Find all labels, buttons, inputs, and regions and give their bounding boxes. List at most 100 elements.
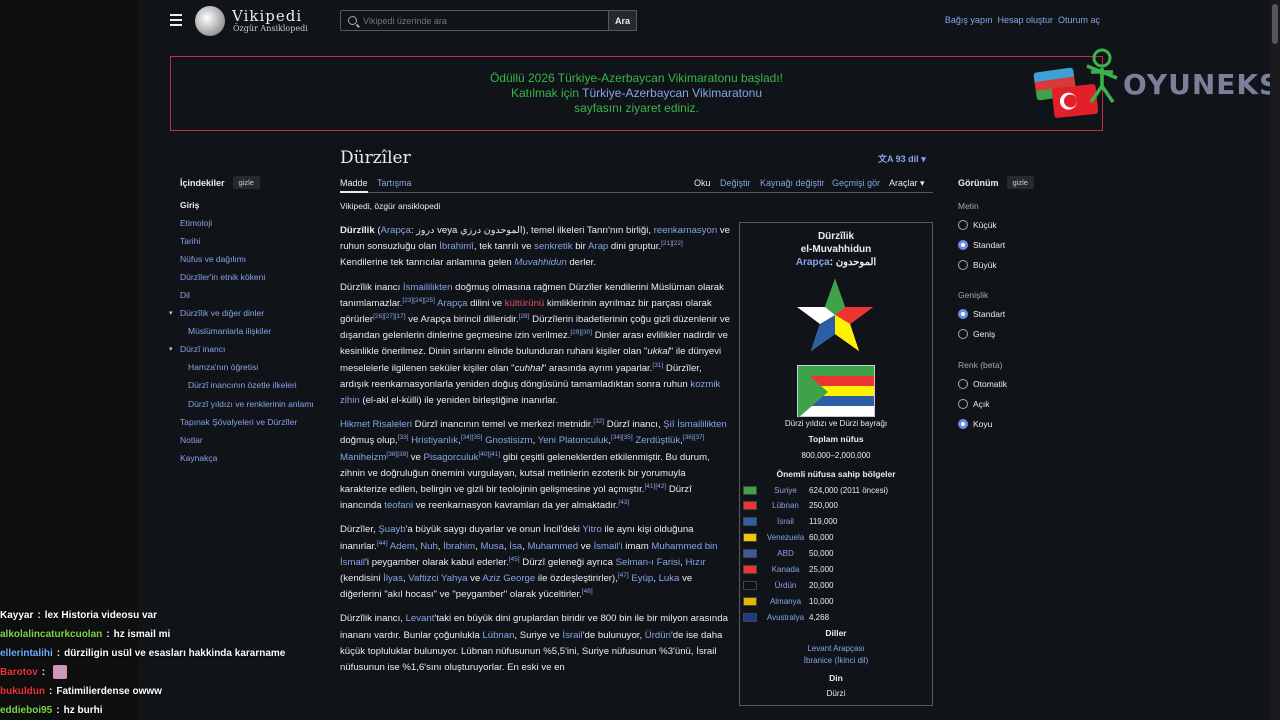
chevron-down-icon[interactable]: ▾ <box>169 345 173 353</box>
create-account-link[interactable]: Hesap oluştur <box>997 15 1053 25</box>
radio-icon[interactable] <box>958 379 968 389</box>
toc-item[interactable]: Kaynakça <box>180 454 330 463</box>
toc-hide-button[interactable]: gizle <box>232 176 260 189</box>
tools-label: Araçlar <box>889 178 918 188</box>
scrollbar-thumb[interactable] <box>1272 4 1278 44</box>
page-tabs: Madde Tartışma Oku Değiştir Kaynağı deği… <box>340 176 933 193</box>
chat-text: lex Historia videosu var <box>44 610 157 621</box>
country-flag-icon <box>743 533 757 543</box>
country-population: 119,000 <box>809 517 838 527</box>
banner-prefix: Katılmak için <box>510 86 580 100</box>
languages-value-2[interactable]: İbranice (İkinci dil) <box>740 656 932 665</box>
country-link[interactable]: Avustralya <box>762 613 809 622</box>
radio-icon[interactable] <box>958 419 968 429</box>
toc-item[interactable]: Tapınak Şövalyeleri ve Dürzîler <box>180 418 330 427</box>
tools-menu[interactable]: Araçlar ▾ <box>889 178 925 189</box>
infobox-arabic-link[interactable]: Arapça <box>796 257 830 268</box>
country-link[interactable]: Kanada <box>762 565 809 574</box>
stream-chat: Kayyar: lex Historia videosu var alkolalin… <box>0 606 330 720</box>
infobox-arabic-text: : الموحدون <box>829 257 877 268</box>
chat-username: Barotov <box>0 667 38 678</box>
radio-option[interactable]: Açık <box>958 399 990 409</box>
radio-option[interactable]: Standart <box>958 309 1005 319</box>
radio-option[interactable]: Geniş <box>958 329 995 339</box>
radio-option[interactable]: Küçük <box>958 220 997 230</box>
main-menu-icon[interactable] <box>170 14 182 26</box>
toc-item[interactable]: Dil <box>180 291 330 300</box>
brand-text: OYUNEKS <box>1123 68 1280 101</box>
toc-item[interactable]: Dürzî inancı <box>180 345 330 354</box>
country-link[interactable]: ABD <box>762 549 809 558</box>
chat-username: alkolalincaturkcuolan <box>0 629 103 640</box>
chat-separator: : <box>41 667 46 678</box>
population-row: Suriye 624,000 (2011 öncesi) <box>743 483 929 497</box>
radio-icon[interactable] <box>958 329 968 339</box>
toc-item[interactable]: Dürzîler'in etnik kökeni <box>180 273 330 282</box>
toc-item[interactable]: Dürzîlik ve diğer dinler <box>180 309 330 318</box>
radio-option[interactable]: Standart <box>958 240 1005 250</box>
toc-item[interactable]: Giriş <box>180 201 330 210</box>
country-population: 20,000 <box>809 580 834 590</box>
search-input[interactable] <box>363 15 593 26</box>
chat-username: Kayyar <box>0 610 34 621</box>
article-body: Dürzîlik (Arapça: دروز veya الموحدون درز… <box>340 223 730 684</box>
toc-item[interactable]: Nüfus ve dağılımı <box>180 255 330 264</box>
tab-read[interactable]: Oku <box>694 178 711 188</box>
language-button[interactable]: 文A 93 dil ▾ <box>878 152 926 165</box>
toc-subitem[interactable]: Dürzî inancının özetle ilkeleri <box>188 381 330 390</box>
toc-subitem[interactable]: Dürzî yıldızı ve renklerinin anlamı <box>188 399 330 409</box>
radio-icon[interactable] <box>958 240 968 250</box>
infobox: Dürzîlik el-Muvahhidun Arapça: الموحدون … <box>739 222 933 706</box>
country-link[interactable]: Lübnan <box>762 501 809 510</box>
appearance-hide-button[interactable]: gizle <box>1006 176 1034 189</box>
banner-line-2: Katılmak için Türkiye-Azerbaycan Vikimar… <box>171 86 1102 101</box>
languages-value[interactable]: Levant Arapçası <box>740 644 932 653</box>
toc-subitem[interactable]: Müslümanlarla ilişkiler <box>188 327 330 336</box>
radio-option[interactable]: Otomatik <box>958 379 1007 389</box>
login-link[interactable]: Oturum aç <box>1058 15 1100 25</box>
toc-item[interactable]: Tarihi <box>180 237 330 246</box>
druze-star-icon <box>797 279 873 351</box>
banner-line-3: sayfasını ziyaret ediniz. <box>574 101 699 115</box>
scrollbar[interactable] <box>1270 0 1280 720</box>
radio-icon[interactable] <box>958 309 968 319</box>
toc-item[interactable]: Etimoloji <box>180 219 330 228</box>
appearance-group-label: Metin <box>958 201 979 211</box>
religion-label: Din <box>829 673 843 683</box>
search-icon <box>348 16 357 25</box>
toc-subitem[interactable]: Hamza'nın öğretisi <box>188 363 330 372</box>
search-button[interactable]: Ara <box>608 10 637 31</box>
radio-icon[interactable] <box>958 399 968 409</box>
chat-username: bukuldun <box>0 686 45 697</box>
radio-option[interactable]: Koyu <box>958 419 992 429</box>
tab-talk[interactable]: Tartışma <box>377 178 412 188</box>
tab-history[interactable]: Geçmişi gör <box>832 178 880 188</box>
radio-label: Standart <box>973 309 1006 319</box>
radio-icon[interactable] <box>958 260 968 270</box>
chevron-down-icon[interactable]: ▾ <box>169 309 173 317</box>
radio-icon[interactable] <box>958 220 968 230</box>
tab-article[interactable]: Madde <box>340 178 368 193</box>
appearance-title: Görünüm <box>958 177 999 188</box>
chat-text: dürziligin usül ve esasları hakkinda kar… <box>64 648 286 659</box>
wikipedia-globe-icon[interactable] <box>195 6 225 36</box>
search-box[interactable] <box>340 10 609 31</box>
radio-option[interactable]: Büyük <box>958 260 997 270</box>
country-link[interactable]: İsrail <box>762 517 809 526</box>
toc-item[interactable]: Notlar <box>180 436 330 445</box>
banner-link[interactable]: Türkiye-Azerbaycan Vikimaratonu <box>582 86 762 100</box>
tab-edit[interactable]: Değiştir <box>720 178 751 188</box>
country-flag-icon <box>743 517 757 527</box>
donate-link[interactable]: Bağış yapın <box>945 15 993 25</box>
country-link[interactable]: Venezuela <box>762 533 809 542</box>
brand-person-icon <box>1086 48 1118 103</box>
chat-message: ellerintalihi: dürziligin usül ve esaslar… <box>0 644 330 663</box>
country-link[interactable]: Almanya <box>762 597 809 606</box>
image-caption: Dürzi yıldızı ve Dürzi bayrağı <box>784 419 888 428</box>
country-link[interactable]: Ürdün <box>762 581 809 590</box>
country-population: 10,000 <box>809 596 834 606</box>
site-title[interactable]: Vikipedi <box>232 7 302 25</box>
country-link[interactable]: Suriye <box>762 486 809 495</box>
infobox-arabic: Arapça: الموحدون <box>740 256 932 269</box>
tab-edit-source[interactable]: Kaynağı değiştir <box>760 178 825 188</box>
